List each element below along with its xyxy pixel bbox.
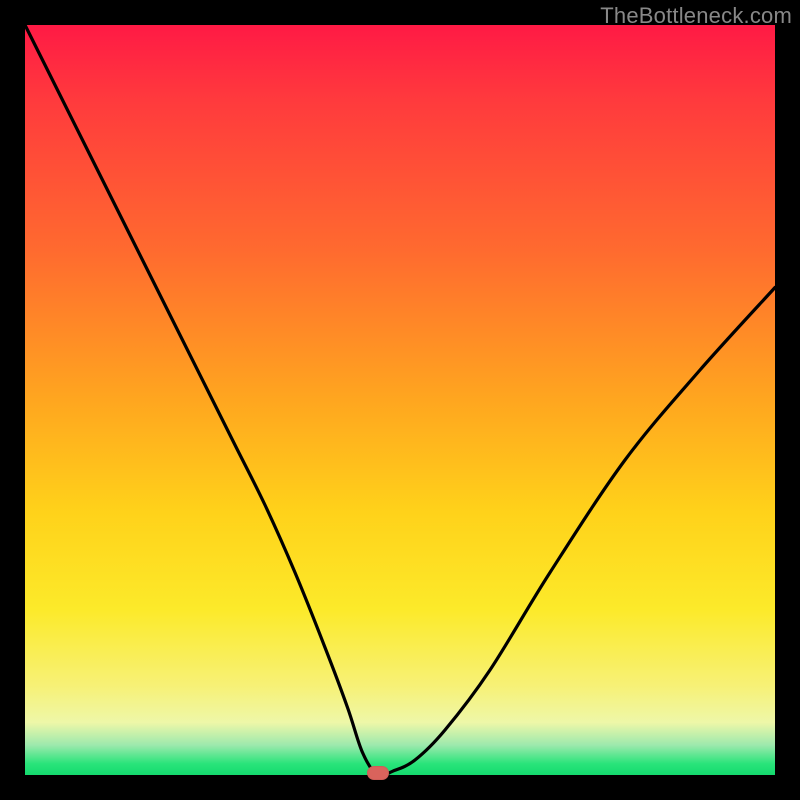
optimum-marker bbox=[367, 766, 389, 780]
chart-frame: TheBottleneck.com bbox=[0, 0, 800, 800]
plot-area bbox=[25, 25, 775, 775]
bottleneck-curve bbox=[25, 25, 775, 776]
curve-layer bbox=[25, 25, 775, 775]
